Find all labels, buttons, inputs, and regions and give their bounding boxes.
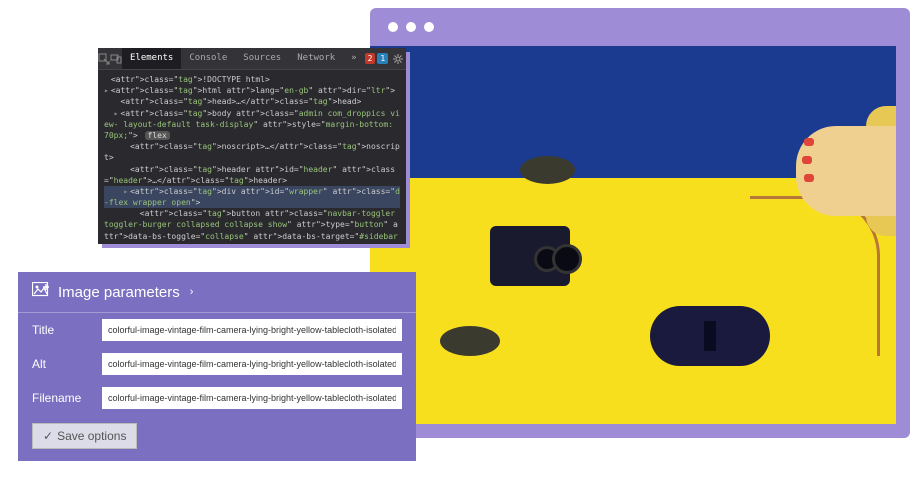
inspect-icon[interactable] xyxy=(98,51,110,67)
lens-cap xyxy=(440,326,500,356)
devtools-panel: Elements Console Sources Network » 2 1 ⋮… xyxy=(98,48,406,244)
browser-preview-window xyxy=(370,8,910,438)
image-params-icon xyxy=(32,282,50,302)
param-row-filename: Filename xyxy=(18,381,416,415)
device-icon[interactable] xyxy=(110,51,122,67)
chevron-right-icon: › xyxy=(190,286,194,298)
devtools-tab-bar: Elements Console Sources Network » 2 1 ⋮… xyxy=(98,48,406,70)
fingernail xyxy=(804,174,814,182)
traffic-light-dot xyxy=(424,22,434,32)
tab-console[interactable]: Console xyxy=(181,48,235,69)
title-input[interactable] xyxy=(102,319,402,341)
error-badge[interactable]: 2 xyxy=(365,53,376,64)
gear-icon[interactable] xyxy=(390,51,406,67)
image-parameters-header[interactable]: Image parameters › xyxy=(18,272,416,313)
traffic-light-dot xyxy=(388,22,398,32)
lens-cap xyxy=(520,156,575,184)
fingernail xyxy=(802,156,812,164)
info-badge[interactable]: 1 xyxy=(377,53,388,64)
tab-sources[interactable]: Sources xyxy=(235,48,289,69)
tab-network[interactable]: Network xyxy=(289,48,343,69)
check-icon: ✓ xyxy=(43,429,53,443)
save-options-button[interactable]: ✓ Save options xyxy=(32,423,137,449)
filename-label: Filename xyxy=(32,391,92,405)
hand xyxy=(796,126,896,216)
camera-body xyxy=(490,226,570,286)
alt-input[interactable] xyxy=(102,353,402,375)
param-row-title: Title xyxy=(18,313,416,347)
dom-tree[interactable]: <attr">class="tag">!DOCTYPE html>▸<attr"… xyxy=(98,70,406,244)
traffic-light-dot xyxy=(406,22,416,32)
camera-lens xyxy=(552,244,582,274)
param-row-alt: Alt xyxy=(18,347,416,381)
tab-elements[interactable]: Elements xyxy=(122,48,181,69)
image-parameters-panel: Image parameters › Title Alt Filename ✓ … xyxy=(18,272,416,461)
panel-title: Image parameters xyxy=(58,284,180,301)
filename-input[interactable] xyxy=(102,387,402,409)
title-label: Title xyxy=(32,323,92,337)
film-strip xyxy=(750,196,880,356)
image-preview xyxy=(370,46,896,424)
alt-label: Alt xyxy=(32,357,92,371)
tab-more[interactable]: » xyxy=(343,48,364,69)
save-label: Save options xyxy=(57,429,126,443)
browser-titlebar xyxy=(370,8,910,46)
fingernail xyxy=(804,138,814,146)
